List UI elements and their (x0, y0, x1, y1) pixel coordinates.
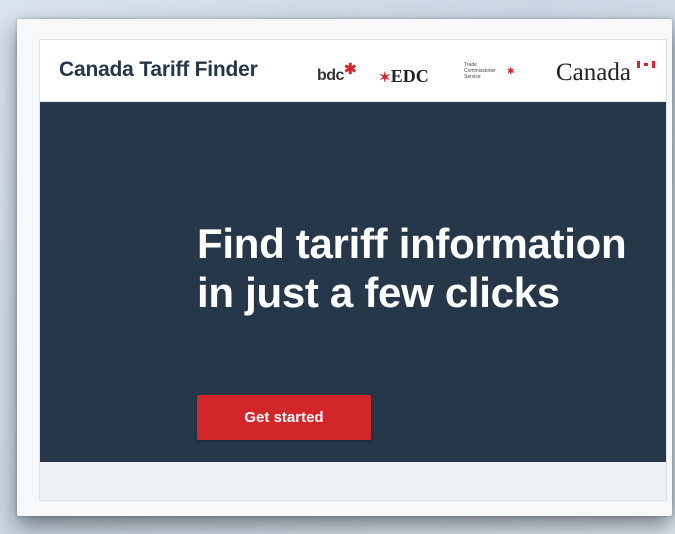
trade-commissioner-service-logo[interactable]: Trade Commissioner Service ✱ (464, 62, 515, 80)
edc-logo[interactable]: ✶EDC (379, 66, 429, 87)
edc-maple-icon: ✶ (379, 71, 391, 86)
canada-wordmark: Canada (556, 59, 631, 86)
browser-viewport: Canada Tariff Finder bdc✱ ✶EDC Trade Com… (39, 39, 667, 501)
edc-logo-text: EDC (390, 66, 429, 86)
bdc-logo[interactable]: bdc✱ (317, 61, 357, 85)
screenshot-frame: Canada Tariff Finder bdc✱ ✶EDC Trade Com… (17, 19, 672, 516)
hero-banner: Find tariff information in just a few cl… (40, 102, 666, 462)
canada-flag-icon (637, 61, 655, 68)
site-title[interactable]: Canada Tariff Finder (59, 58, 258, 82)
get-started-button[interactable]: Get started (197, 395, 371, 440)
page-body-area (40, 462, 666, 500)
hero-heading: Find tariff information in just a few cl… (197, 220, 627, 316)
bdc-logo-text: bdc (317, 67, 344, 84)
bdc-star-icon: ✱ (343, 61, 357, 78)
site-header: Canada Tariff Finder bdc✱ ✶EDC Trade Com… (40, 40, 666, 102)
tcs-maple-leaf-icon: ✱ (507, 66, 515, 76)
